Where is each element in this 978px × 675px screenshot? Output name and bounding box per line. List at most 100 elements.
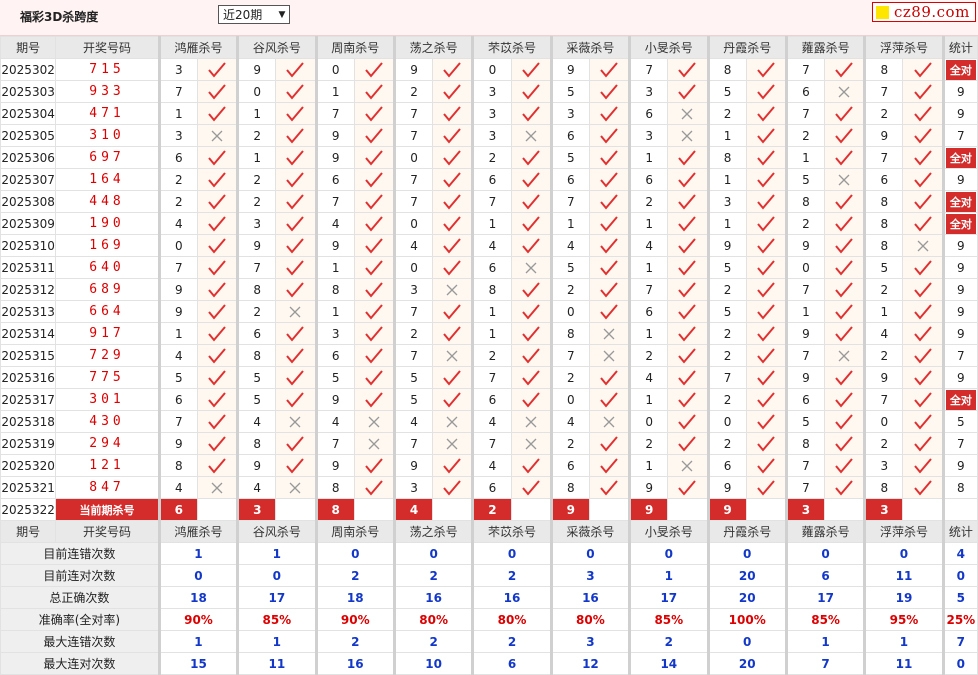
kill-number-cell: 2 <box>236 300 277 323</box>
check-icon <box>902 278 944 301</box>
table-row: 2025310 169 0 9 9 4 4 4 4 9 9 8 9 <box>0 234 978 257</box>
kill-number-cell: 7 <box>549 190 590 213</box>
site-logo[interactable]: cz89.com <box>872 2 976 22</box>
period-cell: 2025312 <box>0 278 57 301</box>
check-icon <box>588 58 631 81</box>
kill-number-cell: 9 <box>157 432 198 455</box>
check-icon <box>824 476 866 499</box>
kill-number-cell: 7 <box>314 190 355 213</box>
cross-icon <box>432 344 474 367</box>
check-icon <box>824 366 866 389</box>
kill-number-cell: 6 <box>549 124 590 147</box>
cross-icon <box>588 410 631 433</box>
stats-total: 25% <box>941 608 978 631</box>
period-cell: 2025313 <box>0 300 57 323</box>
kill-number-cell: 7 <box>784 278 826 301</box>
kill-number-cell: 6 <box>314 344 355 367</box>
stats-value: 20 <box>706 564 787 587</box>
kill-number-cell: 1 <box>628 256 669 279</box>
check-icon <box>745 366 787 389</box>
stats-value: 7 <box>784 652 866 675</box>
period-cell: 2025309 <box>0 212 57 235</box>
current-kill-number: 2 <box>471 498 512 521</box>
kill-number-cell: 7 <box>784 58 826 81</box>
cross-icon <box>275 300 317 323</box>
kill-number-cell: 9 <box>314 388 355 411</box>
column-header-expert: 周南杀号 <box>314 36 395 59</box>
check-icon <box>275 278 317 301</box>
period-cell: 2025317 <box>0 388 57 411</box>
kill-number-cell: 8 <box>236 278 277 301</box>
check-icon <box>588 234 631 257</box>
kill-number-cell: 5 <box>157 366 198 389</box>
kill-number-cell: 8 <box>314 278 355 301</box>
check-icon <box>196 256 239 279</box>
kill-number-cell: 9 <box>863 366 904 389</box>
kill-number-cell: 0 <box>706 410 747 433</box>
kill-number-cell: 6 <box>314 168 355 191</box>
check-icon <box>432 476 474 499</box>
current-kill-blank <box>275 498 317 521</box>
stats-value: 1 <box>236 630 317 653</box>
stats-value: 3 <box>549 564 631 587</box>
draw-number-cell: 310 <box>55 124 160 147</box>
kill-number-cell: 9 <box>392 454 434 477</box>
check-icon <box>432 124 474 147</box>
kill-number-cell: 9 <box>863 124 904 147</box>
stats-total: 7 <box>941 630 978 653</box>
check-icon <box>275 388 317 411</box>
check-icon <box>745 80 787 103</box>
check-icon <box>432 454 474 477</box>
check-icon <box>745 234 787 257</box>
check-icon <box>588 168 631 191</box>
check-icon <box>667 278 709 301</box>
column-header-expert: 采薇杀号 <box>549 36 631 59</box>
check-icon <box>745 432 787 455</box>
check-icon <box>745 322 787 345</box>
kill-number-cell: 8 <box>706 146 747 169</box>
kill-number-cell: 9 <box>314 124 355 147</box>
check-icon <box>510 476 552 499</box>
check-icon <box>275 454 317 477</box>
table-header: 期号 开奖号码 鸿雁杀号 谷风杀号 周南杀号 荡之杀号 芣苡杀号 采薇杀号 小旻杀号 丹霞杀号 蕹露… <box>0 520 978 543</box>
kill-number-cell: 7 <box>784 102 826 125</box>
check-icon <box>353 102 395 125</box>
cross-icon <box>353 410 395 433</box>
kill-number-cell: 7 <box>863 388 904 411</box>
kill-number-cell: 1 <box>628 388 669 411</box>
cross-icon <box>824 344 866 367</box>
kill-number-cell: 4 <box>628 366 669 389</box>
draw-number-cell: 664 <box>55 300 160 323</box>
table-row: 2025320 121 8 9 9 9 4 6 1 6 7 3 9 <box>0 454 978 477</box>
kill-number-cell: 0 <box>157 234 198 257</box>
kill-number-cell: 8 <box>863 58 904 81</box>
check-icon <box>902 168 944 191</box>
kill-number-cell: 1 <box>157 322 198 345</box>
kill-number-cell: 5 <box>236 388 277 411</box>
kill-number-cell: 2 <box>706 278 747 301</box>
check-icon <box>275 366 317 389</box>
period-select[interactable]: 近20期 ▼ <box>218 5 290 24</box>
check-icon <box>432 234 474 257</box>
stats-value: 18 <box>157 586 239 609</box>
column-header-draw: 开奖号码 <box>55 36 160 59</box>
cross-icon <box>902 234 944 257</box>
check-icon <box>824 454 866 477</box>
stats-value: 0 <box>157 564 239 587</box>
stats-value: 17 <box>628 586 709 609</box>
kill-number-cell: 0 <box>392 212 434 235</box>
kill-number-cell: 7 <box>236 256 277 279</box>
kill-number-cell: 0 <box>392 146 434 169</box>
check-icon <box>588 102 631 125</box>
stats-value: 6 <box>784 564 866 587</box>
kill-number-cell: 5 <box>706 300 747 323</box>
check-icon <box>588 212 631 235</box>
kill-number-cell: 8 <box>549 476 590 499</box>
kill-number-cell: 5 <box>549 80 590 103</box>
check-icon <box>588 80 631 103</box>
kill-number-cell: 9 <box>706 476 747 499</box>
kill-number-cell: 1 <box>471 212 512 235</box>
column-header-period: 期号 <box>0 36 57 59</box>
check-icon <box>824 58 866 81</box>
period-cell: 2025319 <box>0 432 57 455</box>
